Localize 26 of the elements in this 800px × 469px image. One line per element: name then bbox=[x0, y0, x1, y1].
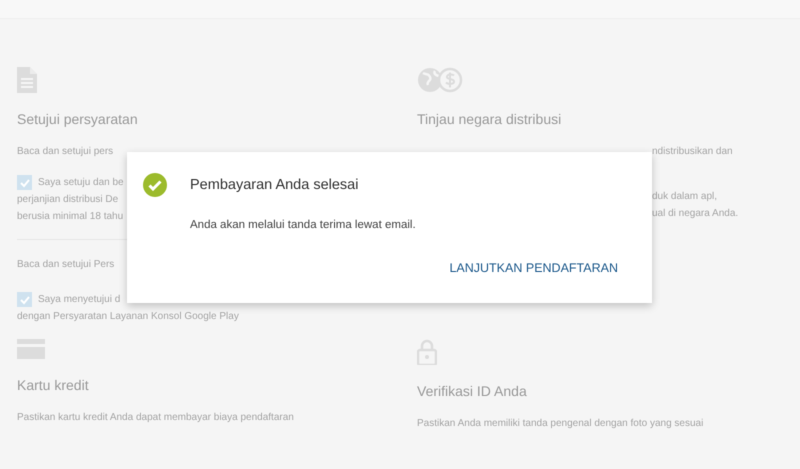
section-text: Pastikan Anda memiliki tanda pengenal dengan foto yang sesuai bbox=[417, 417, 704, 431]
section-text: ual di negara Anda. bbox=[652, 207, 738, 221]
lock-icon bbox=[417, 339, 437, 365]
section-text: Pastikan kartu kredit Anda dapat membayar biaya pendaftaran bbox=[17, 411, 294, 425]
globe-dollar-icon bbox=[417, 67, 463, 93]
checkbox-label: Saya menyetujui d bbox=[38, 293, 120, 307]
section-text: ndistribusikan dan bbox=[652, 145, 733, 159]
checkbox-label: dengan Persyaratan Layanan Konsol Google Play bbox=[17, 310, 239, 324]
dialog-message: Anda akan melalui tanda terima lewat email. bbox=[190, 219, 417, 231]
section-text: Baca dan setujui pers bbox=[17, 145, 114, 159]
checkbox[interactable] bbox=[17, 292, 32, 307]
section-title: Verifikasi ID Anda bbox=[417, 383, 528, 399]
section-title: Kartu kredit bbox=[17, 377, 90, 393]
checkbox-label: berusia minimal 18 tahu bbox=[17, 210, 124, 224]
credit-card-icon bbox=[17, 339, 45, 359]
section-text: Baca dan setujui Pers bbox=[17, 258, 114, 272]
section-title: Setujui persyaratan bbox=[17, 111, 139, 127]
check-circle-icon bbox=[143, 173, 167, 197]
checkbox-label: perjanjian distribusi De bbox=[17, 193, 118, 207]
continue-button[interactable]: LANJUTKAN PENDAFTARAN bbox=[449, 257, 618, 279]
checkbox[interactable] bbox=[17, 175, 32, 190]
dialog-title: Pembayaran Anda selesai bbox=[190, 177, 358, 193]
document-icon bbox=[17, 67, 37, 93]
section-title: Tinjau negara distribusi bbox=[417, 111, 562, 127]
section-text: duk dalam apl, bbox=[652, 190, 718, 204]
checkbox-label: Saya setuju dan be bbox=[38, 176, 124, 190]
